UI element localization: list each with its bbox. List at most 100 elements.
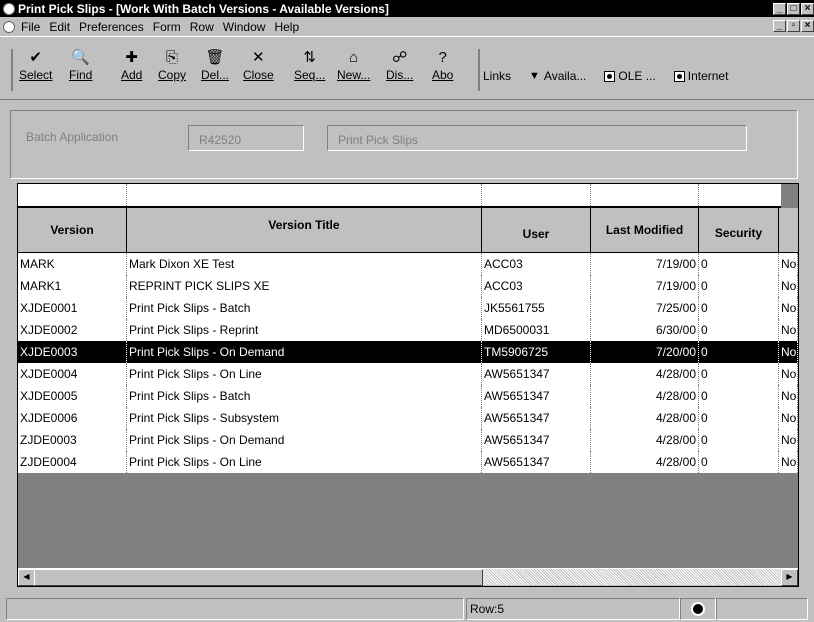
grid-rows: MARK Mark Dixon XE Test ACC03 7/19/00 0 No MAR…: [18, 253, 798, 473]
about-button[interactable]: ? Abo: [432, 49, 453, 82]
menu-row[interactable]: Row: [190, 20, 214, 34]
cell-version: XJDE0005: [18, 385, 127, 407]
status-row-indicator: Row:5: [466, 598, 680, 620]
column-header-security[interactable]: Security: [699, 208, 779, 252]
table-row[interactable]: XJDE0005 Print Pick Slips - Batch AW565134…: [18, 385, 798, 407]
menu-edit[interactable]: Edit: [49, 20, 70, 34]
add-button[interactable]: ✚ Add: [121, 49, 142, 82]
cell-extra: No: [779, 363, 798, 385]
mdi-minimize-button[interactable]: _: [773, 20, 786, 32]
cell-version: MARK1: [18, 275, 127, 297]
table-row[interactable]: XJDE0002 Print Pick Slips - Reprint MD6500…: [18, 319, 798, 341]
table-row[interactable]: XJDE0006 Print Pick Slips - Subsystem AW56…: [18, 407, 798, 429]
scroll-right-button[interactable]: ▶: [781, 569, 798, 586]
table-row[interactable]: ZJDE0004 Print Pick Slips - On Line AW5651…: [18, 451, 798, 473]
cell-security: 0: [699, 319, 779, 341]
find-button[interactable]: 🔍 Find: [69, 49, 92, 82]
query-by-example-row[interactable]: [18, 184, 798, 208]
mdi-restore-button[interactable]: ▫: [787, 20, 800, 32]
maximize-button[interactable]: □: [787, 2, 800, 15]
scroll-track[interactable]: [483, 569, 781, 585]
cell-security: 0: [699, 429, 779, 451]
seq-button[interactable]: ⇅ Seq...: [294, 49, 325, 82]
cell-user: TM5906725: [482, 341, 591, 363]
menu-preferences[interactable]: Preferences: [79, 20, 144, 34]
cell-extra: No: [779, 385, 798, 407]
cell-title: Print Pick Slips - Batch: [127, 297, 482, 319]
cell-extra: No: [779, 253, 798, 275]
close-window-button[interactable]: ×: [801, 2, 814, 15]
cell-extra: No: [779, 319, 798, 341]
delete-button[interactable]: 🗑 Del...: [201, 49, 229, 82]
menu-form[interactable]: Form: [153, 20, 181, 34]
cell-user: AW5651347: [482, 385, 591, 407]
ole-link[interactable]: OLE ...: [604, 69, 656, 83]
cell-title: Print Pick Slips - Subsystem: [127, 407, 482, 429]
cell-security: 0: [699, 275, 779, 297]
table-row[interactable]: MARK Mark Dixon XE Test ACC03 7/19/00 0 No: [18, 253, 798, 275]
document-icon[interactable]: [3, 20, 15, 33]
ole-label: OLE ...: [618, 69, 656, 83]
table-row[interactable]: ZJDE0003 Print Pick Slips - On Demand AW56…: [18, 429, 798, 451]
cell-modified: 7/25/00: [591, 297, 699, 319]
column-header-last-modified[interactable]: Last Modified: [591, 208, 699, 252]
cell-extra: No: [779, 407, 798, 429]
table-row[interactable]: MARK1 REPRINT PICK SLIPS XE ACC03 7/19/00 0 N…: [18, 275, 798, 297]
table-row[interactable]: XJDE0001 Print Pick Slips - Batch JK556175…: [18, 297, 798, 319]
column-header-user[interactable]: User: [482, 208, 591, 252]
close-button[interactable]: ✕ Close: [243, 49, 274, 82]
table-row[interactable]: XJDE0004 Print Pick Slips - On Line AW5651…: [18, 363, 798, 385]
copy-button[interactable]: ⎘ Copy: [158, 49, 186, 82]
mdi-controls: _ ▫ ×: [773, 20, 814, 32]
cell-modified: 4/28/00: [591, 407, 699, 429]
cell-modified: 7/19/00: [591, 253, 699, 275]
delete-label: Del...: [201, 68, 230, 82]
app-icon[interactable]: [3, 2, 15, 15]
internet-icon: [673, 70, 685, 82]
batch-application-label: Batch Application: [26, 130, 119, 144]
cell-modified: 4/28/00: [591, 385, 699, 407]
qbe-divider: [126, 184, 128, 206]
column-header-version[interactable]: Version: [18, 208, 127, 252]
cell-modified: 4/28/00: [591, 451, 699, 473]
sequence-icon: ⇅: [303, 49, 316, 66]
cell-modified: 6/30/00: [591, 319, 699, 341]
internet-link[interactable]: Internet: [673, 69, 728, 83]
links-area: Links ▼ Availa... OLE ... Internet: [483, 69, 746, 83]
horizontal-scrollbar[interactable]: ◀ ▶: [18, 568, 798, 586]
cell-extra: No: [779, 451, 798, 473]
menu-window[interactable]: Window: [223, 20, 266, 34]
scroll-thumb[interactable]: [34, 569, 483, 586]
cell-modified: 7/20/00: [591, 341, 699, 363]
title-bar: Print Pick Slips - [Work With Batch Vers…: [0, 0, 814, 17]
dis-button[interactable]: ☍ Dis...: [386, 49, 413, 82]
select-label: Select: [19, 68, 53, 82]
column-header-version-title[interactable]: Version Title: [127, 208, 482, 252]
cell-version: XJDE0001: [18, 297, 127, 319]
close-label: Close: [243, 68, 274, 82]
scroll-left-button[interactable]: ◀: [18, 569, 35, 586]
status-pane-extra: [716, 598, 808, 620]
select-button[interactable]: ✔ Select: [19, 49, 52, 82]
menu-help[interactable]: Help: [274, 20, 299, 34]
new-button[interactable]: ⌂ New...: [337, 49, 370, 82]
status-globe-pane: [680, 598, 716, 620]
about-icon: ?: [438, 49, 447, 66]
dis-label: Dis...: [386, 68, 414, 82]
availa-dropdown[interactable]: ▼ Availa...: [529, 69, 586, 83]
new-icon: ⌂: [349, 49, 359, 66]
cell-modified: 4/28/00: [591, 429, 699, 451]
display-icon: ☍: [392, 49, 408, 66]
about-label: Abo: [432, 68, 454, 82]
cell-modified: 4/28/00: [591, 363, 699, 385]
qbe-scroll-stub: [781, 184, 798, 206]
add-icon: ✚: [125, 49, 138, 66]
mdi-close-button[interactable]: ×: [801, 20, 814, 32]
menu-file[interactable]: File: [21, 20, 40, 34]
cell-user: AW5651347: [482, 451, 591, 473]
minimize-button[interactable]: _: [773, 2, 786, 15]
toolbar: ✔ Select 🔍 Find ✚ Add ⎘ Copy 🗑 Del... ✕ …: [0, 36, 814, 100]
cell-title: REPRINT PICK SLIPS XE: [127, 275, 482, 297]
cell-user: JK5561755: [482, 297, 591, 319]
table-row[interactable]: XJDE0003 Print Pick Slips - On Demand TM59…: [18, 341, 798, 363]
